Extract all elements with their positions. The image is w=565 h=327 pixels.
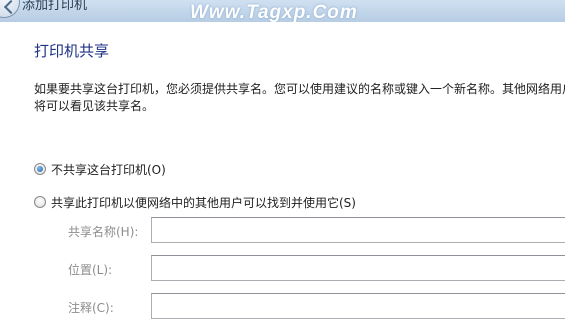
watermark-text: Www.Tagxp.Com	[190, 2, 358, 22]
radio-share-printer-label: 共享此打印机以便网络中的其他用户可以找到并使用它(S)	[51, 195, 356, 210]
description-text: 如果要共享这台打印机，您必须提供共享名。您可以使用建议的名称或键入一个新名称。其…	[34, 82, 565, 113]
location-field[interactable]	[151, 255, 565, 281]
page-title: 打印机共享	[34, 42, 110, 60]
radio-do-not-share-label: 不共享这台打印机(O)	[51, 162, 166, 177]
radio-do-not-share[interactable]: 不共享这台打印机(O)	[34, 161, 166, 177]
window-titlebar: 添加打印机 Www.Tagxp.Com	[0, 0, 565, 22]
radio-checked-icon[interactable]	[34, 163, 46, 175]
back-arrow-icon[interactable]	[0, 0, 20, 18]
radio-unchecked-icon[interactable]	[34, 196, 46, 208]
share-name-label: 共享名称(H):	[68, 225, 139, 239]
share-name-field[interactable]	[151, 217, 565, 243]
comment-field[interactable]	[151, 293, 565, 319]
window-title: 添加打印机	[22, 0, 88, 13]
comment-label: 注释(C):	[68, 301, 114, 315]
radio-share-printer[interactable]: 共享此打印机以便网络中的其他用户可以找到并使用它(S)	[34, 194, 356, 210]
location-label: 位置(L):	[68, 263, 113, 277]
